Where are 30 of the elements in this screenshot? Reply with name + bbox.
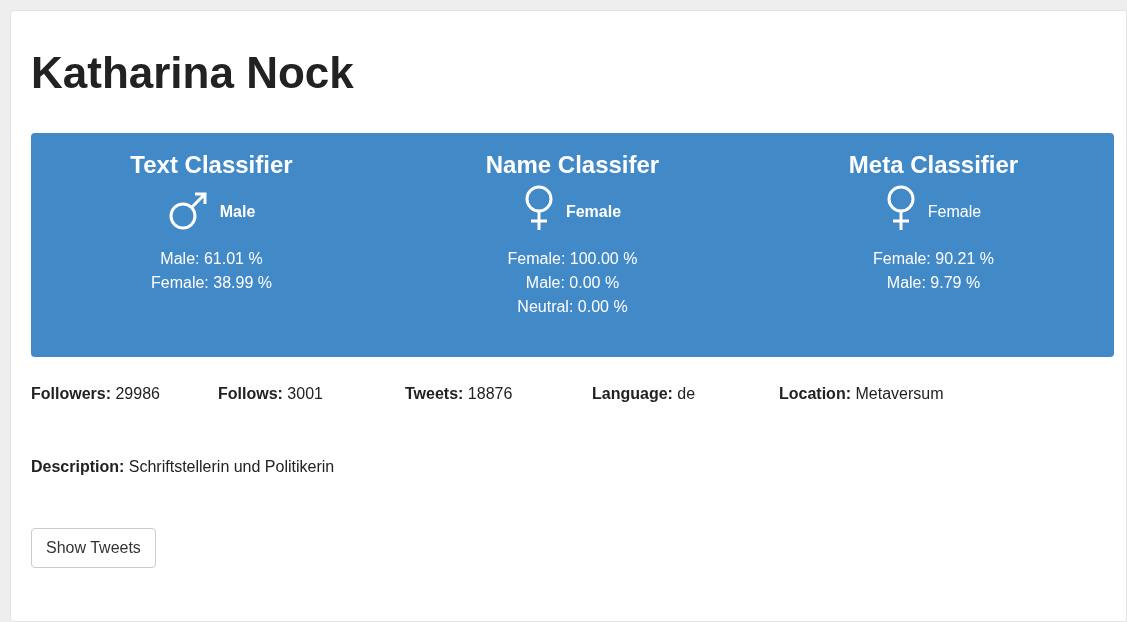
stat-label: Followers: [31, 385, 111, 402]
score-text: Male: 61.01 % [159, 249, 264, 269]
classifier-title: Meta Classifier [848, 151, 1019, 179]
show-tweets-button[interactable]: Show Tweets [31, 528, 156, 568]
male-icon [167, 191, 208, 231]
score-text: Female: 100.00 % [507, 249, 638, 269]
profile-name: Katharina Nock [31, 51, 355, 95]
stat-value: de [677, 385, 696, 402]
stat-value: 18876 [467, 385, 513, 402]
description-label: Description: [31, 458, 125, 475]
classifier-title: Text Classifier [130, 151, 293, 179]
gender-result: Female [565, 203, 622, 221]
stat-value: Metaversum [855, 385, 944, 402]
score-text: Male: 9.79 % [885, 273, 982, 293]
female-icon [523, 185, 554, 231]
classifier-title: Name Classifer [485, 151, 660, 179]
score-text: Female: 90.21 % [873, 249, 994, 269]
stat-label: Tweets: [405, 385, 464, 402]
gender-result: Female [927, 203, 982, 221]
stat-label: Follows: [218, 385, 283, 402]
stat-value: 29986 [115, 385, 160, 402]
stat-label: Language: [592, 385, 673, 402]
description-text: Schriftstellerin und Politikerin [128, 458, 335, 475]
stat-label: Location: [779, 385, 851, 402]
stat-value: 3001 [287, 385, 323, 402]
score-text: Neutral: 0.00 % [516, 297, 629, 317]
score-text: Male: 0.00 % [524, 273, 621, 293]
female-icon [885, 185, 916, 231]
score-text: Female: 38.99 % [151, 273, 272, 293]
gender-result: Male [219, 203, 256, 221]
